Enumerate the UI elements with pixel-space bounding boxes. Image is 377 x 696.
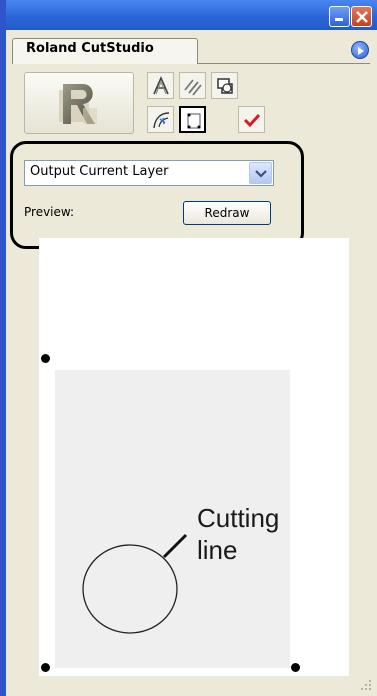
annotation-line-1: Cutting xyxy=(197,503,280,533)
cutting-line-annotation: Cutting line xyxy=(197,502,279,566)
annotation-pointer xyxy=(162,533,188,559)
cutting-line-circle xyxy=(82,544,178,634)
annotation-line-2: line xyxy=(197,535,238,565)
cutting-line-drawing xyxy=(82,533,188,634)
resize-grip-icon[interactable] xyxy=(357,676,373,692)
